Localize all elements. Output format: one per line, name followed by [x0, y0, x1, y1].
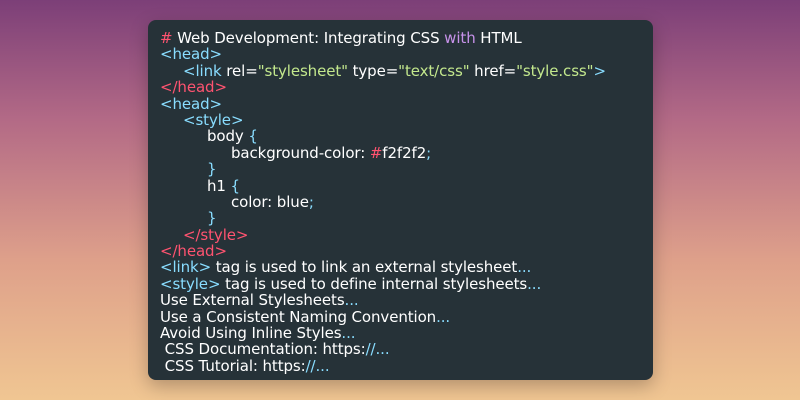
value-type: "text/css" — [398, 61, 470, 80]
code-line-link-description: <link> tag is used to link an external s… — [160, 259, 653, 275]
value-rel: "stylesheet" — [257, 61, 348, 80]
code-line-background-color: background-color: #f2f2f2; — [160, 145, 653, 161]
code-line-css-documentation: CSS Documentation: https://... — [160, 341, 653, 357]
code-line-color: color: blue; — [160, 194, 653, 210]
property-color: color: blue — [231, 192, 309, 211]
code-line-brace-close: } — [207, 160, 217, 179]
code-editor-panel: # Web Development: Integrating CSS with … — [148, 20, 653, 380]
value-color: f2f2f2 — [382, 143, 427, 162]
ellipsis: ... — [517, 258, 532, 277]
code-line-brace-close-2: } — [207, 209, 217, 228]
hash-symbol: # — [160, 29, 173, 47]
code-line-body-selector: body { — [160, 128, 653, 144]
slashes: // — [365, 340, 376, 359]
ellipsis: ... — [341, 324, 356, 343]
selector-h1: h1 — [207, 176, 231, 195]
link-text: CSS Tutorial: https: — [160, 356, 306, 375]
attr-rel: rel= — [221, 61, 258, 80]
ellipsis: ... — [527, 274, 542, 293]
link-tag-open: <link — [183, 61, 222, 80]
attr-href: href= — [469, 61, 517, 80]
code-line-style-close: </style> — [183, 225, 249, 244]
code-line-style-description: <style> tag is used to define internal s… — [160, 276, 653, 292]
code-line-tip-naming: Use a Consistent Naming Convention... — [160, 307, 653, 326]
brace-open: { — [230, 176, 241, 195]
link-text: CSS Documentation: https: — [160, 340, 366, 359]
ellipsis: ... — [375, 340, 390, 359]
brace-open: { — [248, 127, 258, 146]
ellipsis: ... — [344, 291, 359, 310]
tip-text: Use External Stylesheets — [160, 291, 345, 310]
description-text: tag is used to define internal styleshee… — [220, 274, 528, 293]
title-text: Web Development: Integrating CSS — [172, 29, 445, 47]
hash-symbol: # — [369, 143, 383, 162]
code-line-head-open: <head> — [160, 45, 222, 64]
code-line-head-close-2: </head> — [160, 242, 227, 261]
code-line-css-tutorial: CSS Tutorial: https://... — [160, 358, 653, 374]
tip-text: Avoid Using Inline Styles — [160, 324, 342, 343]
code-line-head-open-2: <head> — [160, 94, 222, 113]
ellipsis: ... — [436, 307, 451, 326]
tip-text: Use a Consistent Naming Convention — [160, 307, 437, 326]
code-line-title: # Web Development: Integrating CSS with … — [160, 30, 653, 46]
style-tag: <style> — [160, 274, 221, 293]
link-tag: <link> — [160, 258, 212, 277]
value-href: "style.css" — [516, 61, 594, 80]
link-tag-close: > — [593, 61, 606, 80]
code-line-tip-inline: Avoid Using Inline Styles... — [160, 325, 653, 341]
code-line-h1-selector: h1 { — [160, 176, 653, 195]
semicolon: ; — [426, 143, 432, 162]
code-line-head-close: </head> — [160, 78, 227, 97]
title-text-end: HTML — [475, 29, 522, 47]
selector-body: body — [207, 127, 249, 146]
slashes: // — [305, 356, 316, 375]
attr-type: type= — [347, 61, 399, 80]
code-line-link: <link rel="stylesheet" type="text/css" h… — [160, 63, 653, 79]
description-text: tag is used to link an external styleshe… — [211, 258, 518, 277]
code-line-style-open: <style> — [183, 110, 244, 129]
semicolon: ; — [308, 192, 314, 211]
ellipsis: ... — [315, 356, 330, 375]
code-line-tip-external: Use External Stylesheets... — [160, 292, 653, 308]
property-background-color: background-color: — [231, 143, 370, 162]
keyword-with: with — [444, 29, 476, 47]
